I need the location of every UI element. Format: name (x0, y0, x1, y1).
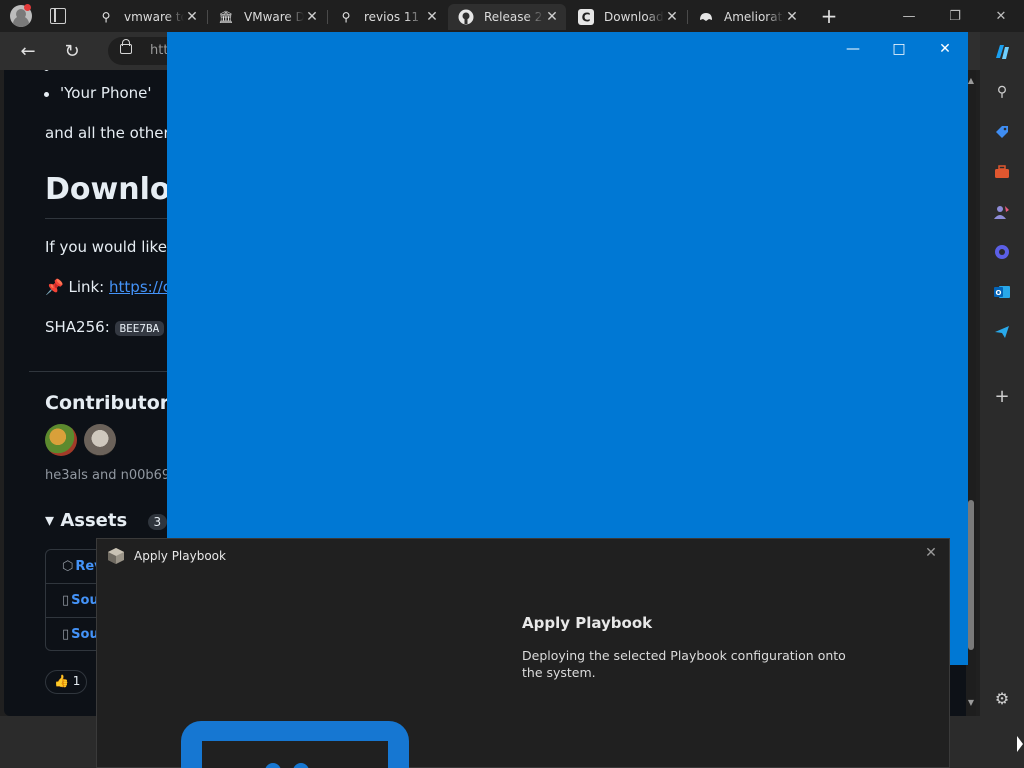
restore-icon[interactable]: ❐ (932, 0, 978, 32)
maximize-icon[interactable]: □ (884, 36, 914, 62)
download-link-row: 📌 Link: https://c (45, 278, 171, 296)
tab-close-icon[interactable]: ✕ (664, 9, 680, 25)
minimize-icon[interactable]: — (886, 0, 932, 32)
pushpin-icon: 📌 (45, 278, 64, 296)
tab-close-icon[interactable]: ✕ (784, 9, 800, 25)
app-icon (107, 547, 125, 565)
tab-close-icon[interactable]: ✕ (304, 9, 320, 25)
svg-text:C: C (582, 11, 591, 25)
contributors-names: he3als and n00b69 (45, 468, 171, 483)
refresh-icon[interactable]: ↻ (60, 40, 84, 64)
link-label: Link: (68, 278, 105, 296)
package-icon: ⬡ (62, 559, 74, 574)
download-link[interactable]: https://c (109, 278, 171, 296)
back-arrow-icon[interactable]: ← (16, 40, 40, 64)
list-item-your-phone: 'Your Phone' (44, 84, 152, 102)
assets-count-badge: 3 (147, 514, 168, 530)
copilot-app-icon[interactable] (992, 242, 1012, 262)
file-zip-icon: ▯ (62, 627, 70, 642)
reaction-thumbs-up[interactable]: 👍 1 (45, 670, 87, 694)
tag-icon[interactable] (992, 122, 1012, 142)
tab-vmware-d[interactable]: 🏛 VMware D ✕ (208, 4, 326, 30)
dialog-heading: Apply Playbook (522, 614, 653, 632)
people-icon[interactable] (992, 202, 1012, 222)
search-icon: ⚲ (101, 10, 111, 24)
tab-revios[interactable]: ⚲ revios 11 ✕ (328, 4, 446, 30)
tab-close-icon[interactable]: ✕ (544, 9, 560, 25)
close-icon[interactable]: ✕ (923, 545, 939, 561)
triangle-down-icon: ▾ (45, 510, 55, 531)
contributor-avatar[interactable] (84, 424, 116, 456)
address-url: htt (150, 43, 169, 58)
sha-label: SHA256: (45, 318, 110, 336)
bank-icon: 🏛 (218, 10, 234, 24)
heading-download: Downlo (45, 172, 171, 207)
contributor-avatar[interactable] (45, 424, 77, 456)
settings-icon[interactable]: ⚙ (992, 688, 1012, 708)
dialog-title: Apply Playbook (134, 549, 226, 563)
outlook-icon[interactable]: O (992, 282, 1012, 302)
close-window-icon[interactable]: ✕ (930, 36, 960, 62)
tab-close-icon[interactable]: ✕ (424, 9, 440, 25)
search-icon: ⚲ (341, 10, 351, 24)
sha-row: SHA256: BEE7BA (45, 318, 165, 336)
scroll-down-icon[interactable]: ▼ (966, 698, 976, 707)
github-icon (458, 9, 474, 25)
tab-ameliorated[interactable]: Ameliorati ✕ (688, 4, 806, 30)
desktop: ⚲ vmware to ✕ 🏛 VMware D ✕ ⚲ revios 11 ✕… (0, 0, 1024, 768)
close-window-icon[interactable]: ✕ (978, 0, 1024, 32)
copilot-icon[interactable] (992, 42, 1012, 62)
paragraph-would-like: If you would like (45, 238, 167, 256)
browser-tab-strip: ⚲ vmware to ✕ 🏛 VMware D ✕ ⚲ revios 11 ✕… (0, 0, 1024, 32)
tab-vmware-tools[interactable]: ⚲ vmware to ✕ (88, 4, 206, 30)
scrollbar-thumb[interactable] (968, 500, 974, 650)
file-zip-icon: ▯ (62, 593, 70, 608)
tab-release[interactable]: Release 24 ✕ (448, 4, 566, 30)
new-tab-button[interactable]: + (818, 5, 840, 27)
address-bar[interactable]: htt (108, 37, 168, 65)
tab-download[interactable]: C Download ✕ (568, 4, 686, 30)
mouse-cursor (1017, 736, 1023, 752)
tab-close-icon[interactable]: ✕ (184, 9, 200, 25)
dialog-description: Deploying the selected Playbook configur… (522, 648, 846, 680)
apply-playbook-dialog: Apply Playbook ✕ Apply Playbook Deployin… (96, 538, 950, 768)
assets-heading[interactable]: ▾ Assets 3 (45, 510, 168, 531)
tab-actions-icon[interactable] (50, 8, 66, 24)
playbook-illustration (181, 721, 409, 768)
add-icon[interactable]: + (992, 386, 1012, 407)
svg-text:O: O (996, 289, 1002, 297)
search-icon[interactable]: ⚲ (992, 82, 1012, 102)
thumbs-up-icon: 👍 (54, 674, 69, 688)
lock-icon[interactable] (120, 39, 132, 54)
sha-code: BEE7BA (114, 321, 165, 336)
notification-dot (24, 4, 31, 11)
minimize-icon[interactable]: — (838, 36, 868, 62)
c-logo-icon: C (578, 9, 594, 25)
heading-divider (45, 218, 175, 219)
game-controller-icon (698, 9, 714, 25)
paragraph-other: and all the other (45, 124, 170, 142)
send-icon[interactable] (992, 322, 1012, 342)
edge-sidebar: ⚲ O + ⚙ (980, 32, 1024, 718)
contributors-heading: Contributors (45, 392, 181, 414)
toolbox-icon[interactable] (992, 162, 1012, 182)
